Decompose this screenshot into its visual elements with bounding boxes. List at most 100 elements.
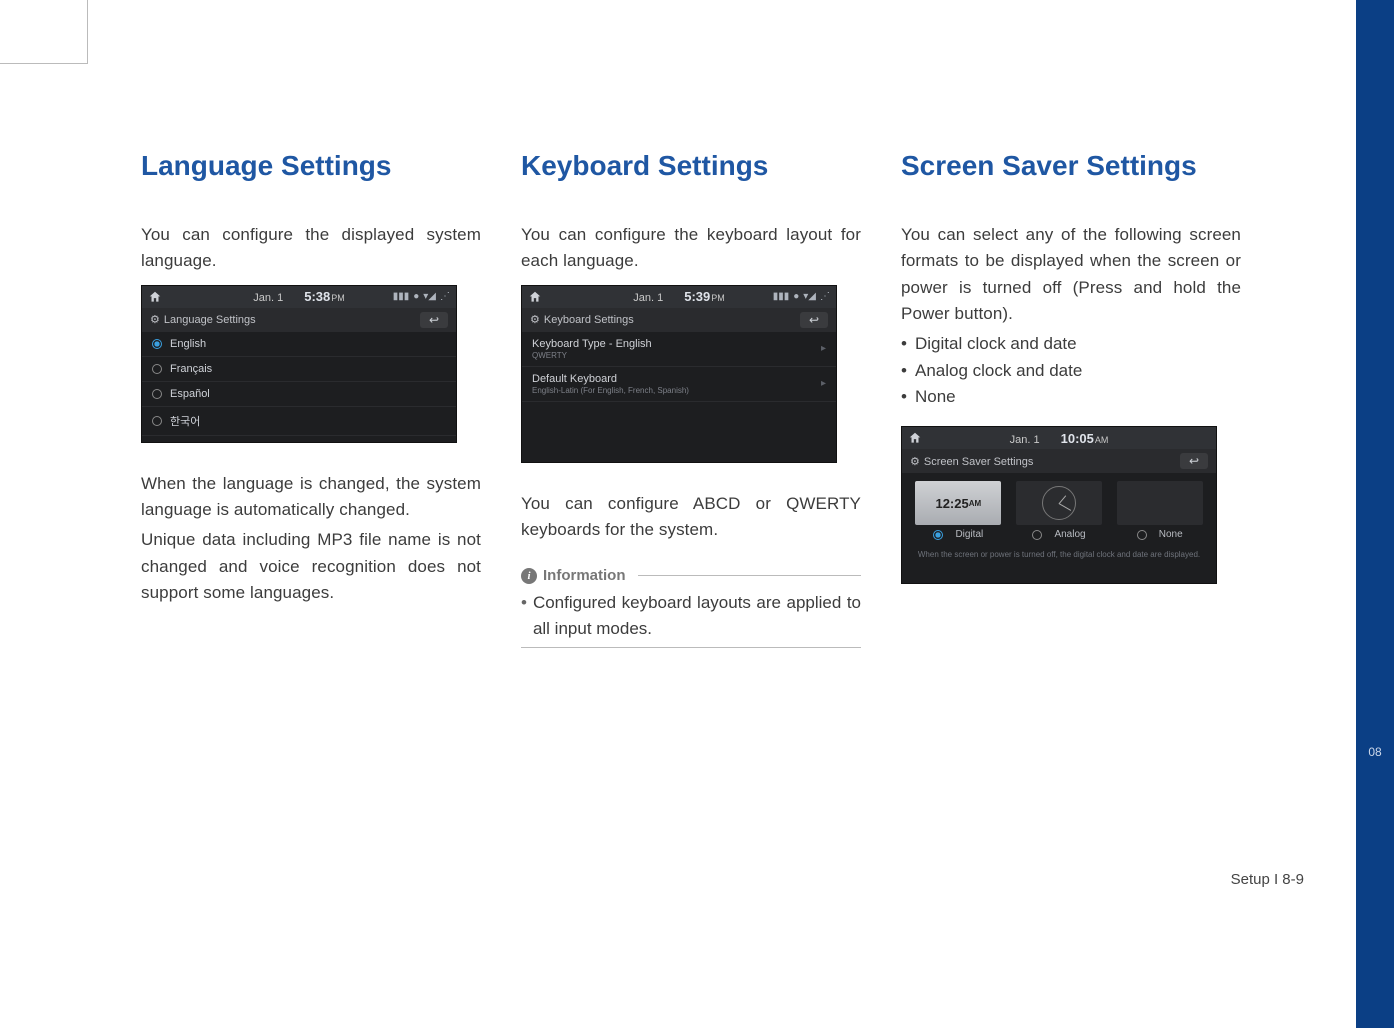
screen-title: Language Settings [164, 314, 256, 326]
back-button[interactable]: ↩ [800, 312, 828, 328]
saver-option-analog[interactable]: Analog [1009, 481, 1110, 540]
keyboard-intro: You can configure the keyboard layout fo… [521, 222, 861, 275]
title-left: ⚙ Language Settings [150, 313, 256, 326]
screensaver-intro: You can select any of the following scre… [901, 222, 1241, 327]
status-time: 5:39 [684, 289, 710, 304]
content-columns: Language Settings You can configure the … [141, 150, 1324, 648]
status-bar: Jan. 1 10:05AM [902, 427, 1216, 449]
status-date: Jan. 1 [1010, 434, 1040, 446]
radio-icon [152, 339, 162, 349]
screensaver-options: 12:25 AM Digital Analog [902, 473, 1216, 583]
bullet-item: •Digital clock and date [901, 331, 1241, 357]
bullet-dot: • [901, 331, 915, 357]
status-ampm: AM [1095, 435, 1109, 445]
saver-option-digital[interactable]: 12:25 AM Digital [908, 481, 1009, 540]
keyboard-item-label: Default Keyboard [532, 373, 689, 385]
info-icon: i [521, 568, 537, 584]
information-text: Configured keyboard layouts are applied … [533, 590, 861, 641]
screensaver-screenshot: Jan. 1 10:05AM ⚙Screen Saver Settings ↩ … [901, 426, 1217, 584]
keyboard-item-sub: English-Latin (For English, French, Span… [532, 386, 689, 395]
back-button[interactable]: ↩ [420, 312, 448, 328]
keyboard-item[interactable]: Keyboard Type - English QWERTY ▸ [522, 332, 836, 367]
section-number: 08 [1356, 745, 1394, 759]
bullet-dot: • [901, 358, 915, 384]
bullet-item: •None [901, 384, 1241, 410]
rule-line [638, 575, 862, 576]
language-note-2: Unique data including MP3 file name is n… [141, 527, 481, 606]
language-option[interactable]: Français [142, 357, 456, 382]
title-left: ⚙Keyboard Settings [530, 313, 634, 326]
column-screensaver: Screen Saver Settings You can select any… [901, 150, 1241, 648]
preview-ampm: AM [969, 499, 981, 508]
keyboard-item-label: Keyboard Type - English [532, 338, 652, 350]
manual-page: 08 Language Settings You can configure t… [0, 0, 1394, 1028]
status-ampm: PM [331, 293, 345, 303]
gear-icon: ⚙ [530, 314, 540, 326]
language-list: English Français Español 한국어 [142, 332, 456, 442]
status-date: Jan. 1 [253, 292, 283, 304]
section-tab: 08 [1356, 0, 1394, 1028]
none-preview [1117, 481, 1203, 525]
option-label: Analog [1054, 529, 1085, 540]
heading-language: Language Settings [141, 150, 481, 182]
option-label: None [1159, 529, 1183, 540]
bullet-text: Digital clock and date [915, 331, 1077, 357]
status-center: Jan. 1 5:39PM [522, 289, 836, 304]
chevron-right-icon: ▸ [821, 378, 826, 389]
saver-option-none[interactable]: None [1109, 481, 1210, 540]
page-footer: Setup I 8-9 [1231, 871, 1304, 888]
language-label: Español [170, 388, 210, 400]
bullet-text: None [915, 384, 956, 410]
keyboard-note: You can configure ABCD or QWERTY keyboar… [521, 491, 861, 544]
analog-preview [1016, 481, 1102, 525]
keyboard-item-sub: QWERTY [532, 351, 652, 360]
bullet-dot: • [901, 384, 915, 410]
information-item: • Configured keyboard layouts are applie… [521, 590, 861, 648]
screen-title-bar: ⚙ Screen Saver Settings ↩ [902, 449, 1216, 473]
corner-rule-h [0, 63, 88, 64]
status-center: Jan. 1 10:05AM [902, 431, 1216, 446]
keyboard-screenshot: Jan. 1 5:39PM ▮▮▮ ● ▾◢ ⋰ ⚙Keyboard Setti… [521, 285, 837, 463]
language-label: English [170, 338, 206, 350]
digital-preview: 12:25 AM [915, 481, 1001, 525]
status-bar: Jan. 1 5:38PM ▮▮▮ ● ▾◢ ⋰ [142, 286, 456, 308]
radio-icon [1032, 530, 1042, 540]
gear-icon: ⚙ [910, 456, 920, 468]
keyboard-list: Keyboard Type - English QWERTY ▸ Default… [522, 332, 836, 462]
screen-title-bar: ⚙Keyboard Settings ↩ [522, 308, 836, 332]
heading-keyboard: Keyboard Settings [521, 150, 861, 182]
back-button[interactable]: ↩ [1180, 453, 1208, 469]
chevron-right-icon: ▸ [821, 343, 826, 354]
status-time: 10:05 [1061, 431, 1094, 446]
keyboard-item[interactable]: Default Keyboard English-Latin (For Engl… [522, 367, 836, 402]
status-date: Jan. 1 [633, 292, 663, 304]
radio-icon [152, 416, 162, 426]
screen-title: Screen Saver Settings [924, 456, 1033, 468]
information-block: i Information • Configured keyboard layo… [521, 567, 861, 648]
status-time: 5:38 [304, 289, 330, 304]
radio-icon [152, 364, 162, 374]
language-option[interactable]: Español [142, 382, 456, 407]
language-screenshot: Jan. 1 5:38PM ▮▮▮ ● ▾◢ ⋰ ⚙ Language Setti… [141, 285, 457, 443]
language-note-1: When the language is changed, the system… [141, 471, 481, 524]
radio-icon [933, 530, 943, 540]
option-label: Digital [955, 529, 983, 540]
information-head: i Information [521, 567, 861, 584]
bullet-icon: • [521, 590, 527, 641]
bullet-text: Analog clock and date [915, 358, 1082, 384]
gear-icon: ⚙ [150, 314, 160, 326]
language-label: 한국어 [170, 413, 200, 429]
radio-icon [1137, 530, 1147, 540]
title-left: ⚙ Screen Saver Settings [910, 455, 1033, 468]
status-ampm: PM [711, 293, 725, 303]
language-option[interactable]: English [142, 332, 456, 357]
screensaver-bullets: •Digital clock and date •Analog clock an… [901, 331, 1241, 410]
language-intro: You can configure the displayed system l… [141, 222, 481, 275]
status-bar: Jan. 1 5:39PM ▮▮▮ ● ▾◢ ⋰ [522, 286, 836, 308]
column-language: Language Settings You can configure the … [141, 150, 481, 648]
column-keyboard: Keyboard Settings You can configure the … [521, 150, 861, 648]
status-center: Jan. 1 5:38PM [142, 289, 456, 304]
screen-title-bar: ⚙ Language Settings ↩ [142, 308, 456, 332]
language-option[interactable]: 한국어 [142, 407, 456, 436]
preview-time: 12:25 [935, 496, 968, 511]
